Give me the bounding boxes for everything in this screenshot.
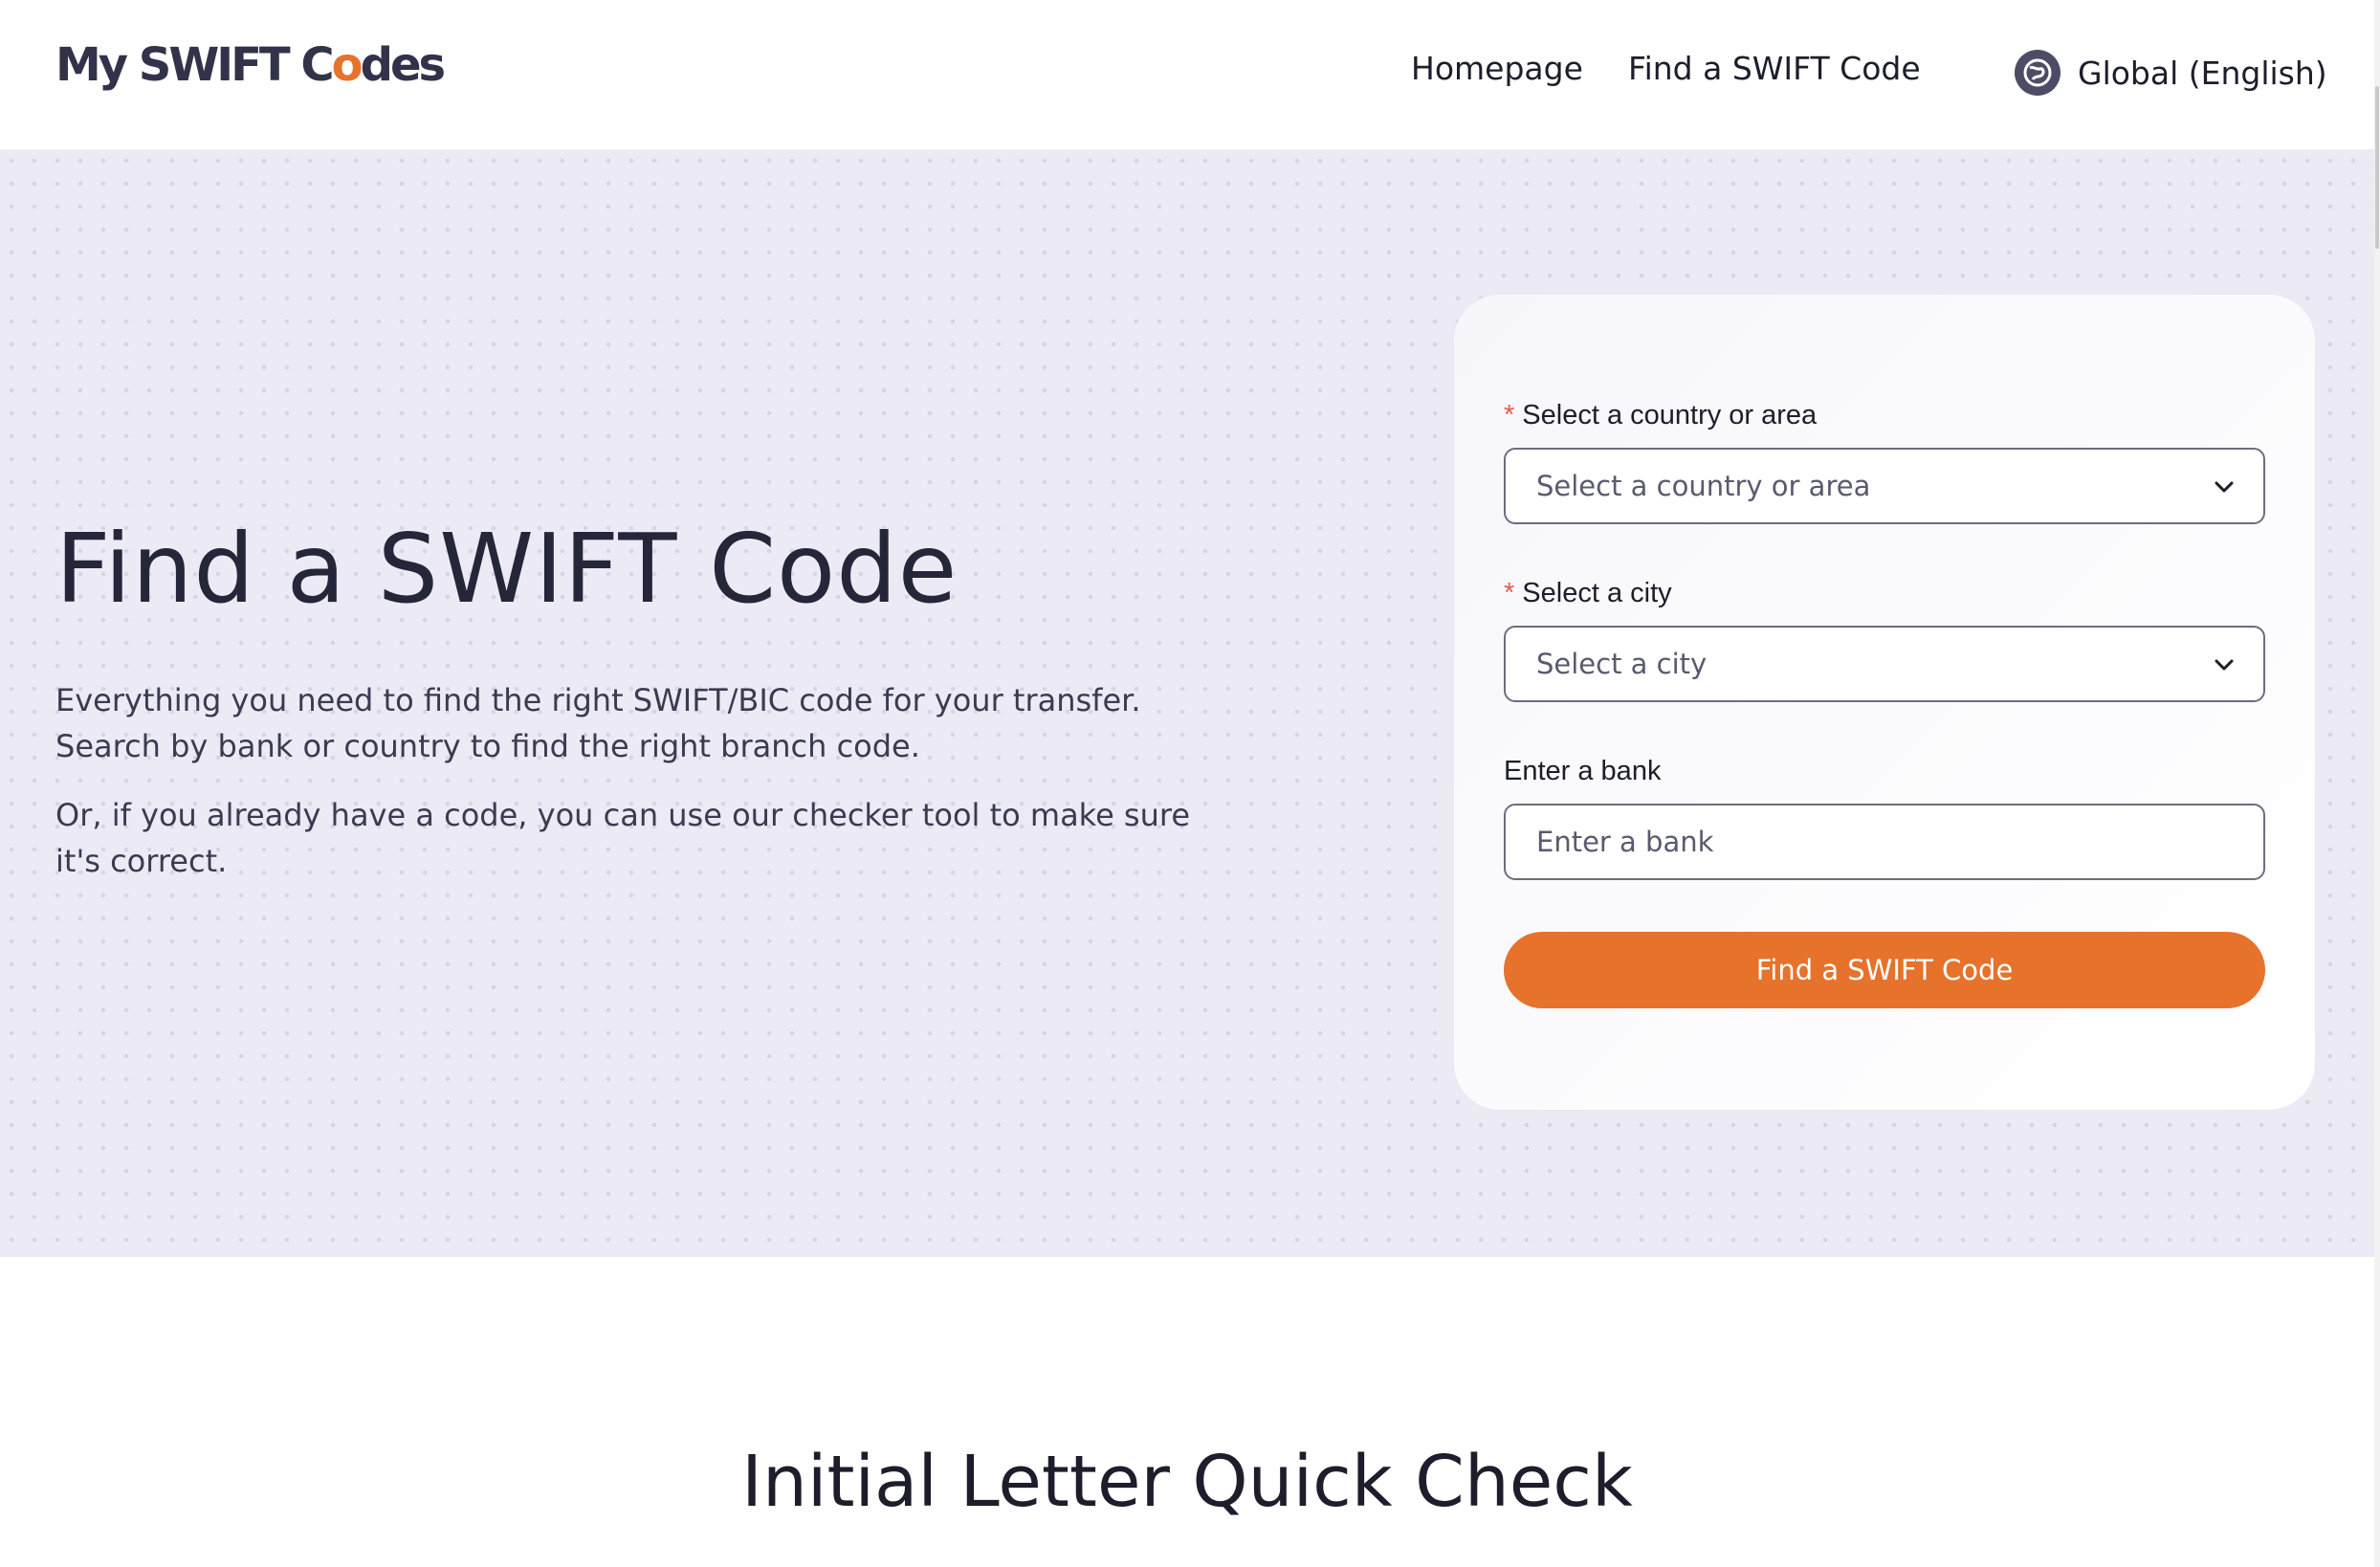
find-swift-code-button[interactable]: Find a SWIFT Code [1504,932,2265,1008]
city-label-text: Select a city [1522,578,1672,608]
logo-accent-o: o [331,38,364,92]
bank-input[interactable] [1504,804,2265,880]
nav-homepage-link[interactable]: Homepage [1411,50,1583,87]
country-select[interactable]: Select a country or area [1504,448,2265,524]
hero-description: Everything you need to find the right SW… [55,682,1141,764]
globe-icon [2015,50,2060,96]
nav-find-swift-link[interactable]: Find a SWIFT Code [1628,50,1921,87]
city-select-placeholder: Select a city [1536,648,1708,680]
logo-prefix: My SWIFT C [55,38,335,92]
city-select[interactable]: Select a city [1504,626,2265,702]
country-field-label: * Select a country or area [1504,400,1817,431]
language-selector[interactable]: Global (English) [2015,48,2327,98]
hero-title: Find a SWIFT Code [55,513,959,625]
initial-letter-section-title: Initial Letter Quick Check [741,1441,1633,1523]
site-logo[interactable]: My SWIFT Codes [55,38,447,92]
country-label-text: Select a country or area [1522,400,1818,430]
search-form-card: * Select a country or area Select a count… [1454,295,2315,1110]
chevron-down-icon [2215,659,2234,671]
required-mark: * [1504,400,1515,430]
site-header: My SWIFT Codes Homepage Find a SWIFT Cod… [0,0,2380,149]
chevron-down-icon [2215,481,2234,493]
scrollbar-thumb[interactable] [2375,86,2379,249]
logo-suffix: des [360,38,447,92]
country-select-placeholder: Select a country or area [1536,470,1871,502]
hero-checker-note: Or, if you already have a code, you can … [55,797,1191,879]
hero-section: Find a SWIFT Code Everything you need to… [0,149,2374,1257]
required-mark: * [1504,578,1515,608]
city-field-label: * Select a city [1504,578,1672,609]
bank-field-label: Enter a bank [1504,756,1662,786]
language-label: Global (English) [2078,54,2327,92]
